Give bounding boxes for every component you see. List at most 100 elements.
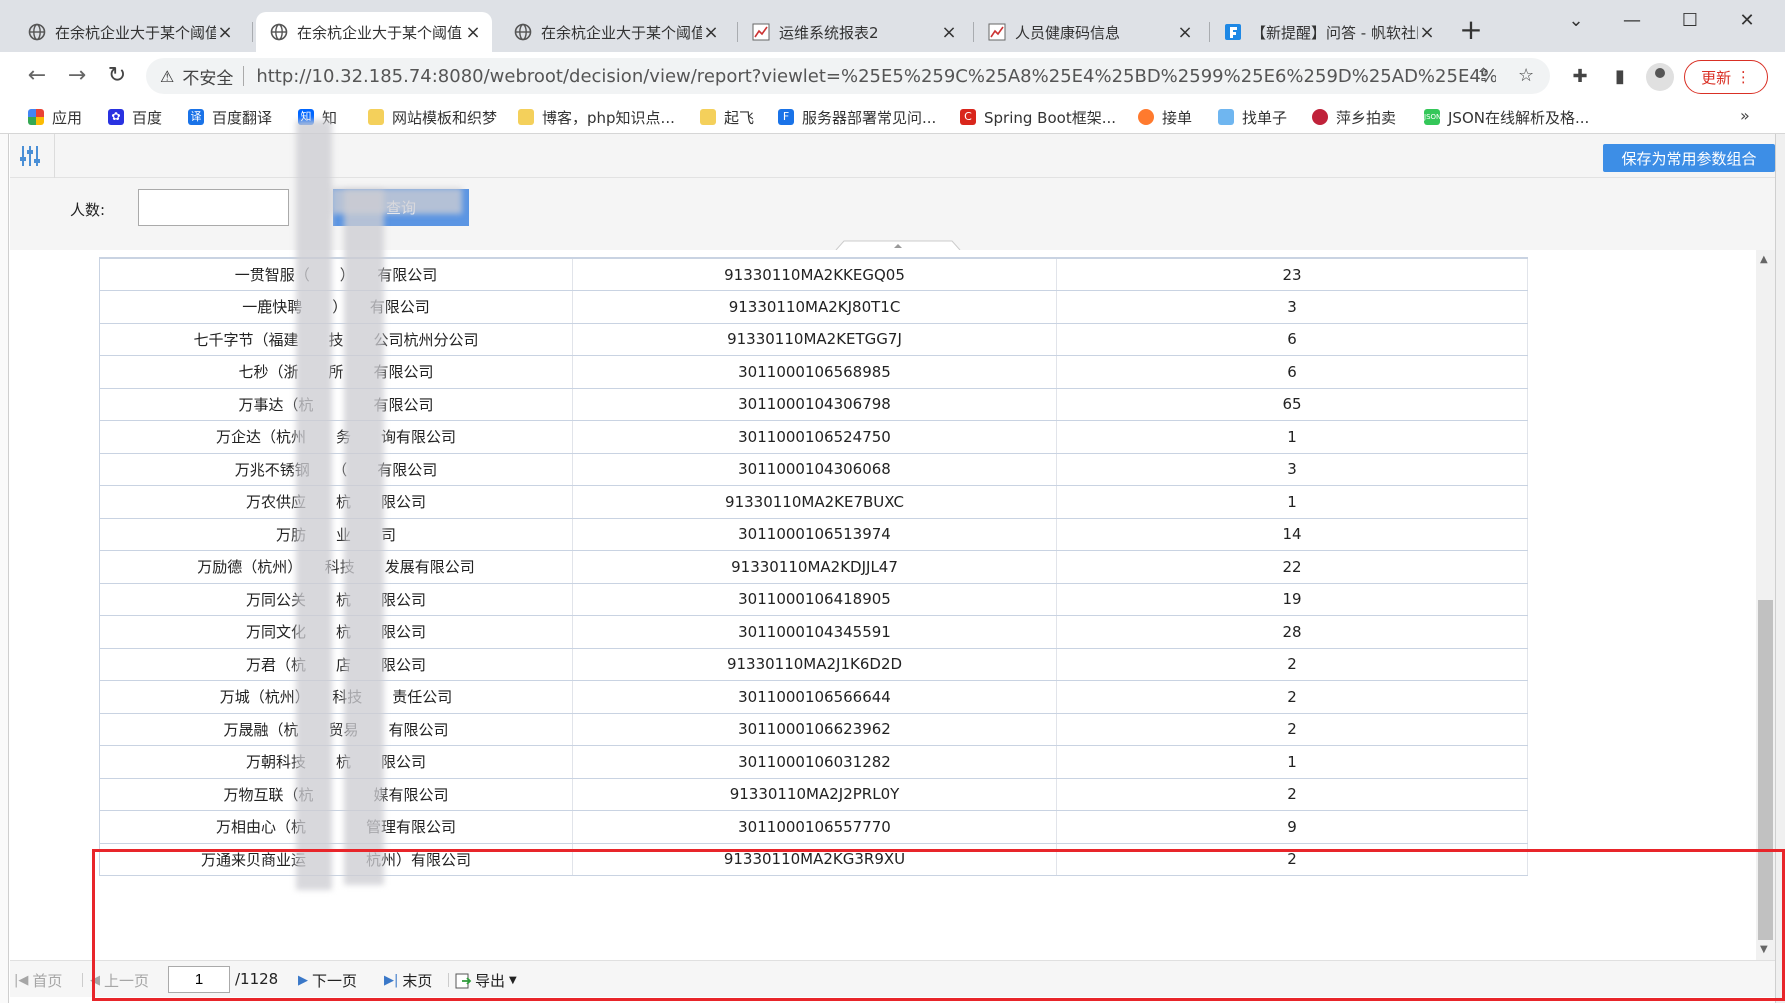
scrollbar-thumb[interactable] bbox=[1758, 600, 1773, 940]
parameter-settings-icon[interactable] bbox=[16, 142, 44, 170]
next-page-button[interactable]: ▶ 下一页 bbox=[298, 970, 357, 991]
headcount-cell: 3 bbox=[1056, 290, 1528, 324]
pager-separator bbox=[448, 973, 449, 987]
company-name-cell: 万晟融（杭 贸易 有限公司 bbox=[99, 713, 573, 746]
credit-code-cell: 91330110MA2KDJJL47 bbox=[572, 550, 1057, 584]
company-name-cell: 万同公关 杭 限公司 bbox=[99, 583, 573, 616]
credit-code-cell: 3011000106513974 bbox=[572, 518, 1057, 551]
close-window-icon[interactable]: ✕ bbox=[1727, 6, 1767, 36]
report-chart-icon bbox=[988, 23, 1006, 41]
next-page-label: 下一页 bbox=[312, 972, 358, 990]
bookmark-star-icon[interactable]: ☆ bbox=[1518, 65, 1534, 86]
bookmark-site-templates[interactable]: 网站模板和织梦 bbox=[368, 105, 497, 129]
tab-title: 在余杭企业大于某个阈值 bbox=[541, 23, 702, 42]
bookmark-jiedan[interactable]: 接单 bbox=[1138, 105, 1192, 129]
credit-code-cell: 91330110MA2KETGG7J bbox=[572, 323, 1057, 356]
headcount-cell: 1 bbox=[1056, 485, 1528, 519]
headcount-cell: 19 bbox=[1056, 583, 1528, 616]
param-divider bbox=[54, 134, 55, 178]
collapse-panel-handle[interactable] bbox=[828, 240, 968, 250]
save-param-combination-button[interactable]: 保存为常用参数组合 bbox=[1603, 144, 1775, 172]
count-input[interactable] bbox=[138, 189, 289, 226]
vertical-scrollbar[interactable]: ▲ ▼ bbox=[1756, 250, 1775, 960]
credit-code-cell: 91330110MA2KJ80T1C bbox=[572, 290, 1057, 324]
share-icon[interactable]: ⇪ bbox=[1476, 65, 1491, 86]
forward-arrow-icon[interactable]: → bbox=[62, 61, 92, 91]
credit-code-cell: 3011000106418905 bbox=[572, 583, 1057, 616]
tab-title: 【新提醒】问答 - 帆软社区 bbox=[1251, 23, 1418, 42]
credit-code-cell: 91330110MA2J2PRL0Y bbox=[572, 778, 1057, 811]
tab-close-icon[interactable]: × bbox=[216, 22, 234, 43]
folder-icon bbox=[518, 109, 534, 125]
insecure-label: 不安全 bbox=[182, 68, 234, 89]
bookmark-label: JSON在线解析及格... bbox=[1448, 108, 1590, 127]
scroll-down-arrow-icon[interactable]: ▼ bbox=[1760, 944, 1768, 955]
headcount-cell: 1 bbox=[1056, 745, 1528, 779]
url-text[interactable]: http://10.32.185.74:8080/webroot/decisio… bbox=[256, 66, 1496, 87]
scroll-up-arrow-icon[interactable]: ▲ bbox=[1760, 254, 1768, 265]
prev-page-button[interactable]: ◀ 上一页 bbox=[90, 970, 149, 991]
company-name-cell: 七千字节（福建 技 公司杭州分公司 bbox=[99, 323, 573, 356]
bookmark-baidu-translate[interactable]: 译 百度翻译 bbox=[188, 105, 272, 129]
bookmark-qifei[interactable]: 起飞 bbox=[700, 105, 754, 129]
credit-code-cell: 91330110MA2J1K6D2D bbox=[572, 648, 1057, 681]
headcount-cell: 28 bbox=[1056, 615, 1528, 649]
bookmarks-overflow-icon[interactable]: » bbox=[1740, 106, 1750, 125]
tab-close-icon[interactable]: × bbox=[702, 22, 720, 43]
maximize-icon[interactable]: ☐ bbox=[1670, 6, 1710, 36]
back-arrow-icon[interactable]: ← bbox=[22, 61, 52, 91]
tab-1[interactable]: 在余杭企业大于某个阈值 × bbox=[14, 12, 244, 52]
credit-code-cell: 91330110MA2KG3R9XU bbox=[572, 843, 1057, 876]
credit-code-cell: 3011000106031282 bbox=[572, 745, 1057, 779]
company-name-cell: 万相由心（杭 管理有限公司 bbox=[99, 810, 573, 844]
new-tab-button[interactable]: + bbox=[1456, 16, 1486, 46]
count-label: 人数: bbox=[70, 201, 106, 219]
warning-triangle-icon: ⚠ bbox=[160, 66, 175, 86]
prev-page-label: 上一页 bbox=[104, 972, 150, 990]
tab-6[interactable]: 【新提醒】问答 - 帆软社区 × bbox=[1210, 12, 1446, 52]
tab-close-icon[interactable]: × bbox=[940, 22, 958, 43]
page-number-input[interactable] bbox=[168, 966, 230, 993]
bookmark-baidu[interactable]: ✿ 百度 bbox=[108, 105, 162, 129]
minimize-icon[interactable]: — bbox=[1612, 6, 1652, 36]
first-page-button[interactable]: |◀ 首页 bbox=[14, 970, 62, 991]
headcount-cell: 1 bbox=[1056, 420, 1528, 454]
tab-2-active[interactable]: 在余杭企业大于某个阈值 × bbox=[256, 12, 492, 52]
bookmark-json-parser[interactable]: JSON JSON在线解析及格... bbox=[1424, 105, 1589, 129]
tab-close-icon[interactable]: × bbox=[1176, 22, 1194, 43]
export-button[interactable]: 导出 ▼ bbox=[454, 970, 517, 991]
fanruan-logo-icon: F bbox=[778, 109, 794, 125]
tab-4[interactable]: 运维系统报表2 × bbox=[738, 12, 968, 52]
bookmark-zhaodanzi[interactable]: 找单子 bbox=[1218, 105, 1287, 129]
bookmark-spring-boot[interactable]: C Spring Boot框架... bbox=[960, 105, 1116, 129]
address-bar[interactable]: ⚠ 不安全 http://10.32.185.74:8080/webroot/d… bbox=[146, 58, 1550, 94]
credit-code-cell: 3011000104306068 bbox=[572, 453, 1057, 486]
tab-close-icon[interactable]: × bbox=[1418, 22, 1436, 43]
tab-3[interactable]: 在余杭企业大于某个阈值 × bbox=[500, 12, 730, 52]
bookmark-blog-php[interactable]: 博客，php知识点... bbox=[518, 105, 675, 129]
tab-separator bbox=[252, 22, 253, 42]
update-button[interactable]: 更新 ⋮ bbox=[1684, 60, 1768, 94]
globe-icon bbox=[28, 23, 46, 41]
headcount-cell: 9 bbox=[1056, 810, 1528, 844]
side-panel-icon[interactable]: ▮ bbox=[1607, 64, 1633, 90]
last-page-button[interactable]: ▶| 末页 bbox=[384, 970, 432, 991]
bookmark-label: 应用 bbox=[52, 108, 83, 127]
profile-avatar-icon[interactable] bbox=[1646, 63, 1674, 91]
credit-code-cell: 3011000104306798 bbox=[572, 388, 1057, 421]
total-pages: /1128 bbox=[235, 970, 279, 988]
extensions-puzzle-icon[interactable]: ✚ bbox=[1567, 64, 1593, 90]
headcount-cell: 2 bbox=[1056, 843, 1528, 876]
tab-search-chevron-icon[interactable]: ⌄ bbox=[1556, 6, 1596, 36]
bookmark-apps[interactable]: 应用 bbox=[28, 105, 82, 129]
bookmark-server-deploy[interactable]: F 服务器部署常见问... bbox=[778, 105, 936, 129]
bookmark-pingxiang-auction[interactable]: 萍乡拍卖 bbox=[1312, 105, 1396, 129]
tab-5[interactable]: 人员健康码信息 × bbox=[974, 12, 1204, 52]
tab-title: 运维系统报表2 bbox=[779, 23, 879, 42]
fanruan-logo-icon bbox=[1225, 24, 1241, 40]
company-name-cell: 万君（杭 店 限公司 bbox=[99, 648, 573, 681]
tab-close-icon[interactable]: × bbox=[464, 22, 482, 43]
report-chart-icon bbox=[752, 23, 770, 41]
headcount-cell: 2 bbox=[1056, 680, 1528, 714]
reload-icon[interactable]: ↻ bbox=[102, 61, 132, 91]
